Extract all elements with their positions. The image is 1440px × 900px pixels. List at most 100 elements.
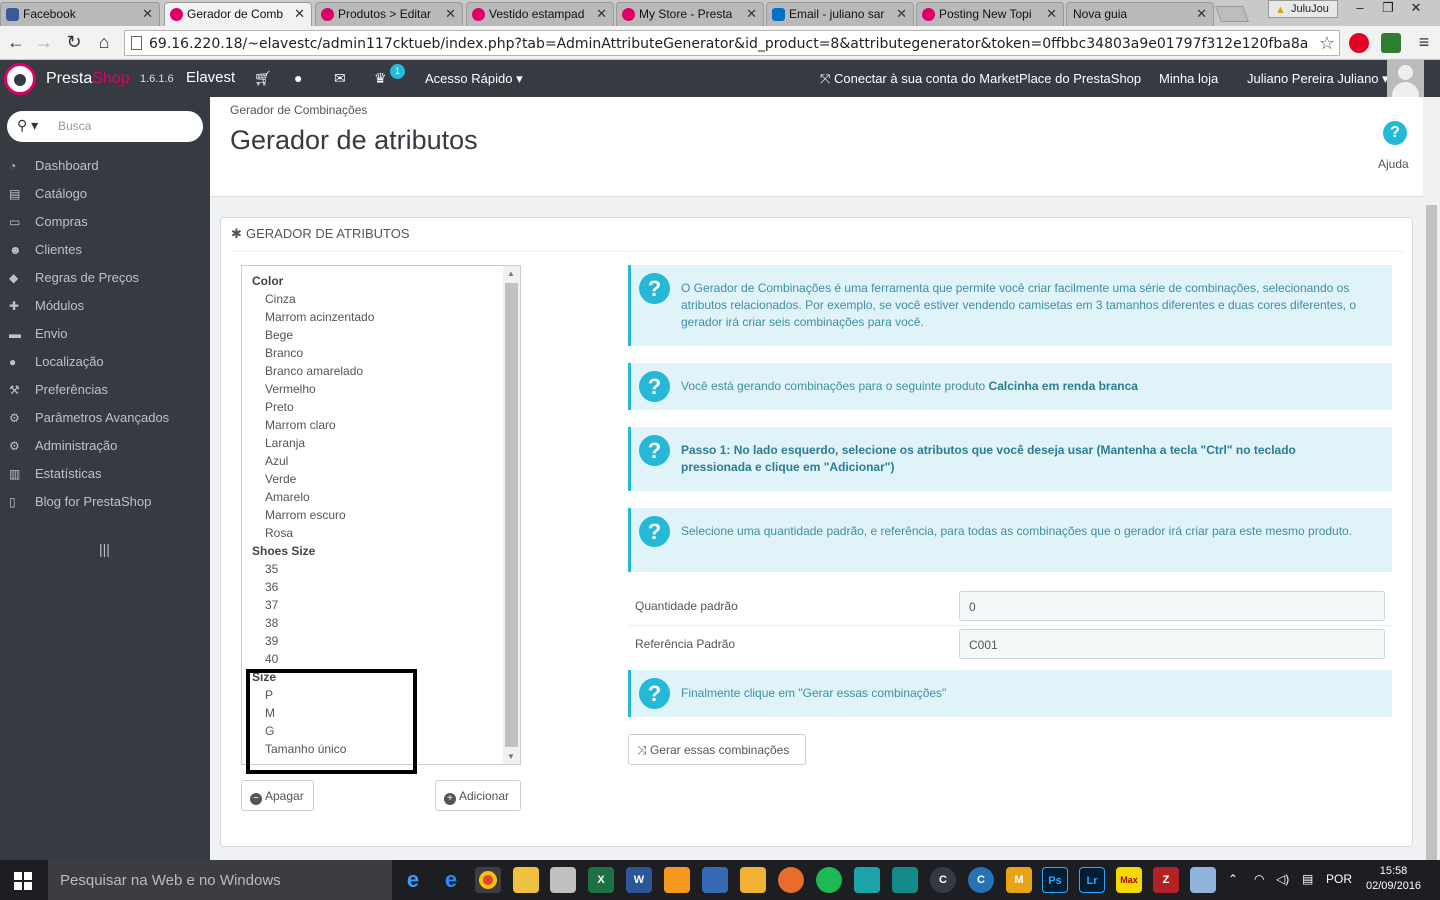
- edge-icon[interactable]: e: [400, 867, 426, 893]
- browser-tab-nova-guia[interactable]: Nova guia ✕: [1066, 2, 1214, 26]
- word-icon[interactable]: W: [626, 867, 652, 893]
- chevron-up-icon[interactable]: ⌃: [1228, 872, 1238, 886]
- list-item[interactable]: Cinza: [265, 292, 296, 306]
- minimize-button[interactable]: –: [1346, 0, 1374, 18]
- help-label[interactable]: Ajuda: [1378, 157, 1409, 171]
- close-icon[interactable]: ✕: [596, 6, 607, 22]
- close-window-button[interactable]: ✕: [1402, 0, 1430, 18]
- app-icon[interactable]: [550, 867, 576, 893]
- list-item[interactable]: Branco: [265, 346, 303, 360]
- windows-start-icon[interactable]: [14, 872, 32, 890]
- search-input[interactable]: Busca: [58, 119, 91, 133]
- add-button[interactable]: + Adicionar: [435, 780, 521, 811]
- clock[interactable]: 15:58 02/09/2016: [1366, 864, 1421, 894]
- list-item[interactable]: 35: [265, 562, 278, 576]
- search-box[interactable]: ⚲ ▾ Busca: [7, 111, 203, 142]
- bookmark-star-icon[interactable]: ☆: [1319, 33, 1335, 54]
- close-icon[interactable]: ✕: [746, 6, 757, 22]
- sidebar-item-clientes[interactable]: ☻ Clientes: [0, 239, 210, 267]
- list-item[interactable]: 40: [265, 652, 278, 666]
- marketplace-link[interactable]: ⤧ Conectar à sua conta do MarketPlace do…: [820, 71, 1141, 87]
- app-icon[interactable]: [664, 867, 690, 893]
- notifications-icon[interactable]: ▤: [1302, 872, 1313, 886]
- list-item[interactable]: Marrom escuro: [265, 508, 346, 522]
- my-store-link[interactable]: Minha loja: [1159, 71, 1218, 86]
- taskbar-search[interactable]: Pesquisar na Web e no Windows: [48, 860, 392, 900]
- close-icon[interactable]: ✕: [1046, 6, 1057, 22]
- sidebar-item-localizacao[interactable]: ● Localização: [0, 351, 210, 379]
- close-icon[interactable]: ✕: [294, 6, 305, 22]
- sidebar-item-administracao[interactable]: ⚙ Administração: [0, 435, 210, 463]
- app-icon[interactable]: M: [1006, 867, 1032, 893]
- app-icon[interactable]: C: [930, 867, 956, 893]
- scrollbar-thumb[interactable]: [1426, 205, 1437, 881]
- sidebar-item-modulos[interactable]: ✚ Módulos: [0, 295, 210, 323]
- collapse-sidebar-icon[interactable]: |||: [99, 541, 110, 557]
- list-item[interactable]: Preto: [265, 400, 294, 414]
- quick-access-menu[interactable]: Acesso Rápido ▾: [425, 71, 523, 87]
- sidebar-item-estatisticas[interactable]: ▥ Estatísticas: [0, 463, 210, 491]
- prestashop-logo[interactable]: [4, 63, 36, 95]
- wifi-icon[interactable]: ◠: [1254, 872, 1264, 886]
- app-icon[interactable]: [740, 867, 766, 893]
- list-item[interactable]: Vermelho: [265, 382, 316, 396]
- forward-icon[interactable]: →: [32, 30, 56, 54]
- scrollbar-thumb[interactable]: [505, 283, 518, 747]
- close-icon[interactable]: ✕: [142, 6, 153, 22]
- page-scrollbar[interactable]: [1423, 97, 1440, 881]
- generate-combinations-button[interactable]: ⤨ Gerar essas combinações: [628, 734, 806, 765]
- reload-icon[interactable]: ↻: [62, 30, 86, 54]
- browser-tab-vestido[interactable]: Vestido estampad ✕: [466, 2, 614, 26]
- list-item[interactable]: 37: [265, 598, 278, 612]
- volume-icon[interactable]: ◁): [1276, 872, 1289, 886]
- app-icon[interactable]: [1190, 867, 1216, 893]
- list-item[interactable]: Branco amarelado: [265, 364, 363, 378]
- sidebar-item-compras[interactable]: ▭ Compras: [0, 211, 210, 239]
- excel-icon[interactable]: X: [588, 867, 614, 893]
- list-scrollbar[interactable]: ▲ ▼: [503, 266, 520, 764]
- close-icon[interactable]: ✕: [896, 6, 907, 22]
- avatar[interactable]: [1387, 60, 1424, 97]
- app-icon[interactable]: [702, 867, 728, 893]
- cart-icon[interactable]: 🛒︎: [254, 70, 272, 87]
- sidebar-item-parametros[interactable]: ⚙ Parâmetros Avançados: [0, 407, 210, 435]
- sidebar-item-dashboard[interactable]: ◔ Dashboard: [0, 155, 210, 183]
- pinterest-icon[interactable]: [1349, 33, 1369, 53]
- trophy-icon[interactable]: ♛: [374, 70, 387, 87]
- new-tab-button[interactable]: [1215, 6, 1249, 22]
- app-icon[interactable]: [778, 867, 804, 893]
- list-item[interactable]: 36: [265, 580, 278, 594]
- sidebar-item-preferencias[interactable]: ⚒ Preferências: [0, 379, 210, 407]
- list-item[interactable]: Rosa: [265, 526, 293, 540]
- sidebar-item-catalogo[interactable]: ▤ Catálogo: [0, 183, 210, 211]
- menu-icon[interactable]: ≡: [1412, 30, 1436, 54]
- list-item[interactable]: Bege: [265, 328, 293, 342]
- language-indicator[interactable]: POR: [1326, 872, 1352, 886]
- chrome-icon[interactable]: [475, 867, 501, 893]
- scroll-up-icon[interactable]: ▲: [507, 269, 515, 278]
- list-item[interactable]: Laranja: [265, 436, 305, 450]
- app-icon[interactable]: [892, 867, 918, 893]
- list-item[interactable]: Amarelo: [265, 490, 310, 504]
- app-icon[interactable]: [854, 867, 880, 893]
- user-menu[interactable]: Juliano Pereira Juliano ▾: [1247, 71, 1389, 87]
- photoshop-icon[interactable]: Ps: [1042, 867, 1068, 893]
- sidebar-item-blog[interactable]: ▯ Blog for PrestaShop: [0, 491, 210, 519]
- delete-button[interactable]: − Apagar: [241, 780, 314, 811]
- browser-tab-posting[interactable]: Posting New Topi ✕: [916, 2, 1064, 26]
- user-icon[interactable]: ●: [294, 70, 302, 86]
- search-icon[interactable]: ⚲ ▾: [17, 117, 38, 134]
- browser-tab-email[interactable]: Email - juliano sar ✕: [766, 2, 914, 26]
- home-icon[interactable]: ⌂: [92, 30, 116, 54]
- restore-button[interactable]: ❐: [1374, 0, 1402, 18]
- lightroom-icon[interactable]: Lr: [1079, 867, 1105, 893]
- quantity-input[interactable]: 0: [959, 591, 1385, 621]
- help-icon[interactable]: ?: [1383, 121, 1407, 145]
- scroll-down-icon[interactable]: ▼: [507, 752, 515, 761]
- sidebar-item-envio[interactable]: ▬ Envio: [0, 323, 210, 351]
- extension-icon[interactable]: [1381, 33, 1401, 53]
- list-item[interactable]: Azul: [265, 454, 288, 468]
- app-icon[interactable]: Max: [1116, 867, 1142, 893]
- browser-tab-produtos[interactable]: Produtos > Editar ✕: [315, 2, 463, 26]
- reference-input[interactable]: C001: [959, 629, 1385, 659]
